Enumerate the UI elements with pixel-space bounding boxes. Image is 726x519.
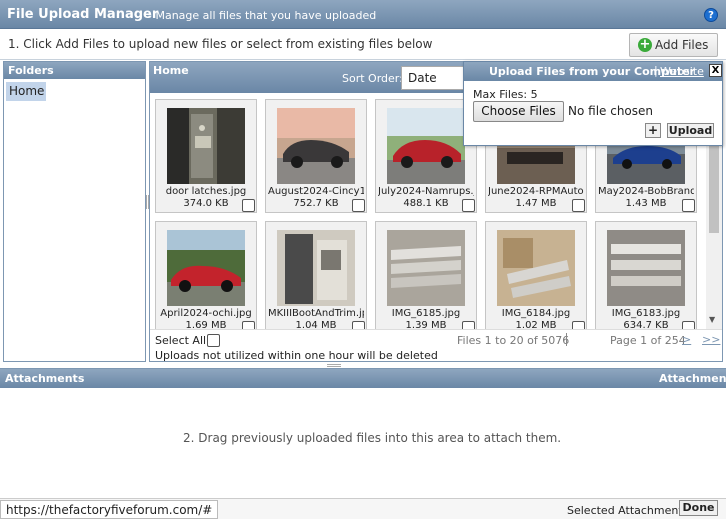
- add-icon: +: [638, 37, 652, 52]
- attachments-heading-right: Attachments: [659, 372, 726, 385]
- file-tile[interactable]: IMG_6184.jpg 1.02 MB: [485, 221, 587, 329]
- file-name: June2024-RPMAutoNC: [488, 186, 584, 197]
- window-title: File Upload Manager: [7, 7, 159, 22]
- scroll-down-icon[interactable]: ▼: [709, 315, 715, 324]
- file-select-checkbox[interactable]: [462, 321, 475, 329]
- file-name: May2024-BobBrandle.: [598, 186, 694, 197]
- file-select-checkbox[interactable]: [462, 199, 475, 212]
- upload-popup: Upload Files from your Computer | Websit…: [463, 61, 723, 146]
- attachments-header: Attachments Attachments: [0, 369, 726, 388]
- folders-heading: Folders: [4, 62, 145, 79]
- page-info: Page 1 of 254: [610, 334, 686, 347]
- file-select-checkbox[interactable]: [682, 321, 695, 329]
- select-all-checkbox[interactable]: [207, 334, 220, 347]
- choose-files-button[interactable]: Choose Files: [473, 101, 564, 122]
- file-size: 1.02 MB: [515, 320, 557, 329]
- next-page-button[interactable]: >: [682, 333, 691, 346]
- file-select-checkbox[interactable]: [352, 199, 365, 212]
- file-tile[interactable]: August2024-Cincy123 752.7 KB: [265, 99, 367, 213]
- done-button[interactable]: Done: [679, 500, 718, 516]
- divider: [566, 333, 567, 346]
- file-thumbnail: [387, 108, 465, 184]
- window-subtitle: - Manage all files that you have uploade…: [148, 9, 377, 22]
- current-folder-title: Home: [153, 64, 189, 77]
- files-footer: Select All Files 1 to 20 of 5076 Page 1 …: [150, 329, 722, 362]
- file-tile[interactable]: door latches.jpg 374.0 KB: [155, 99, 257, 213]
- file-thumbnail: [497, 230, 575, 306]
- file-select-checkbox[interactable]: [242, 321, 255, 329]
- file-tile[interactable]: MKIIIBootAndTrim.jpg 1.04 MB: [265, 221, 367, 329]
- file-select-checkbox[interactable]: [572, 321, 585, 329]
- max-files-label: Max Files: 5: [473, 88, 538, 101]
- file-thumbnail: [277, 108, 355, 184]
- file-name: IMG_6185.jpg: [391, 308, 461, 319]
- file-select-checkbox[interactable]: [572, 199, 585, 212]
- file-name: July2024-Namrups.jpg: [378, 186, 474, 197]
- file-tile[interactable]: April2024-ochi.jpg 1.69 MB: [155, 221, 257, 329]
- help-icon[interactable]: ?: [704, 8, 718, 22]
- attachments-heading: Attachments: [5, 372, 85, 385]
- instruction-bar: 1. Click Add Files to upload new files o…: [0, 29, 726, 60]
- file-tile[interactable]: IMG_6185.jpg 1.39 MB: [375, 221, 477, 329]
- attachments-panel: Attachments Attachments 2. Drag previous…: [0, 368, 726, 498]
- delete-notice: Uploads not utilized within one hour wil…: [155, 349, 438, 362]
- drag-instruction: 2. Drag previously uploaded files into t…: [183, 431, 562, 445]
- file-size: 634.7 KB: [623, 320, 669, 329]
- horizontal-resize-handle[interactable]: [327, 364, 341, 367]
- file-tile[interactable]: IMG_6183.jpg 634.7 KB: [595, 221, 697, 329]
- file-thumbnail: [167, 108, 245, 184]
- upload-button[interactable]: Upload: [667, 123, 714, 138]
- folders-panel: Folders Home: [3, 61, 146, 362]
- file-size: 1.69 MB: [185, 320, 227, 329]
- file-name: April2024-ochi.jpg: [160, 308, 252, 319]
- file-count: Files 1 to 20 of 5076: [457, 334, 570, 347]
- file-size: 1.04 MB: [295, 320, 337, 329]
- add-files-label: Add Files: [655, 38, 709, 52]
- website-link[interactable]: Website: [660, 65, 704, 78]
- upload-popup-header: Upload Files from your Computer | Websit…: [464, 62, 722, 81]
- file-size: 752.7 KB: [293, 198, 339, 209]
- file-name: MKIIIBootAndTrim.jpg: [268, 308, 364, 319]
- file-name: August2024-Cincy123: [268, 186, 364, 197]
- file-select-checkbox[interactable]: [682, 199, 695, 212]
- close-button[interactable]: X: [709, 64, 722, 77]
- add-upload-field-button[interactable]: +: [645, 123, 661, 138]
- selected-attachments-label: Selected Attachments:: [567, 504, 693, 517]
- header-separator: |: [654, 64, 658, 77]
- status-url: https://thefactoryfiveforum.com/#: [0, 500, 219, 519]
- file-thumbnail: [277, 230, 355, 306]
- folder-item-home[interactable]: Home: [6, 82, 46, 101]
- file-tile[interactable]: July2024-Namrups.jpg 488.1 KB: [375, 99, 477, 213]
- file-thumbnail: [607, 230, 685, 306]
- instruction-text: 1. Click Add Files to upload new files o…: [8, 37, 433, 51]
- file-select-checkbox[interactable]: [242, 199, 255, 212]
- select-all-label: Select All: [155, 334, 207, 347]
- file-name: IMG_6183.jpg: [611, 308, 681, 319]
- sort-order-select[interactable]: Date: [401, 66, 467, 90]
- title-bar: File Upload Manager - Manage all files t…: [0, 0, 726, 29]
- file-name: door latches.jpg: [165, 186, 247, 197]
- file-size: 1.43 MB: [625, 198, 667, 209]
- file-size: 1.47 MB: [515, 198, 557, 209]
- file-select-checkbox[interactable]: [352, 321, 365, 329]
- no-file-chosen-text: No file chosen: [568, 104, 654, 118]
- file-thumbnail: [167, 230, 245, 306]
- file-thumbnail: [387, 230, 465, 306]
- file-size: 488.1 KB: [403, 198, 449, 209]
- file-size: 374.0 KB: [183, 198, 229, 209]
- file-name: IMG_6184.jpg: [501, 308, 571, 319]
- sort-order-label: Sort Order:: [342, 72, 403, 85]
- add-files-button[interactable]: + Add Files: [629, 33, 718, 57]
- file-size: 1.39 MB: [405, 320, 447, 329]
- last-page-button[interactable]: >>: [702, 333, 720, 346]
